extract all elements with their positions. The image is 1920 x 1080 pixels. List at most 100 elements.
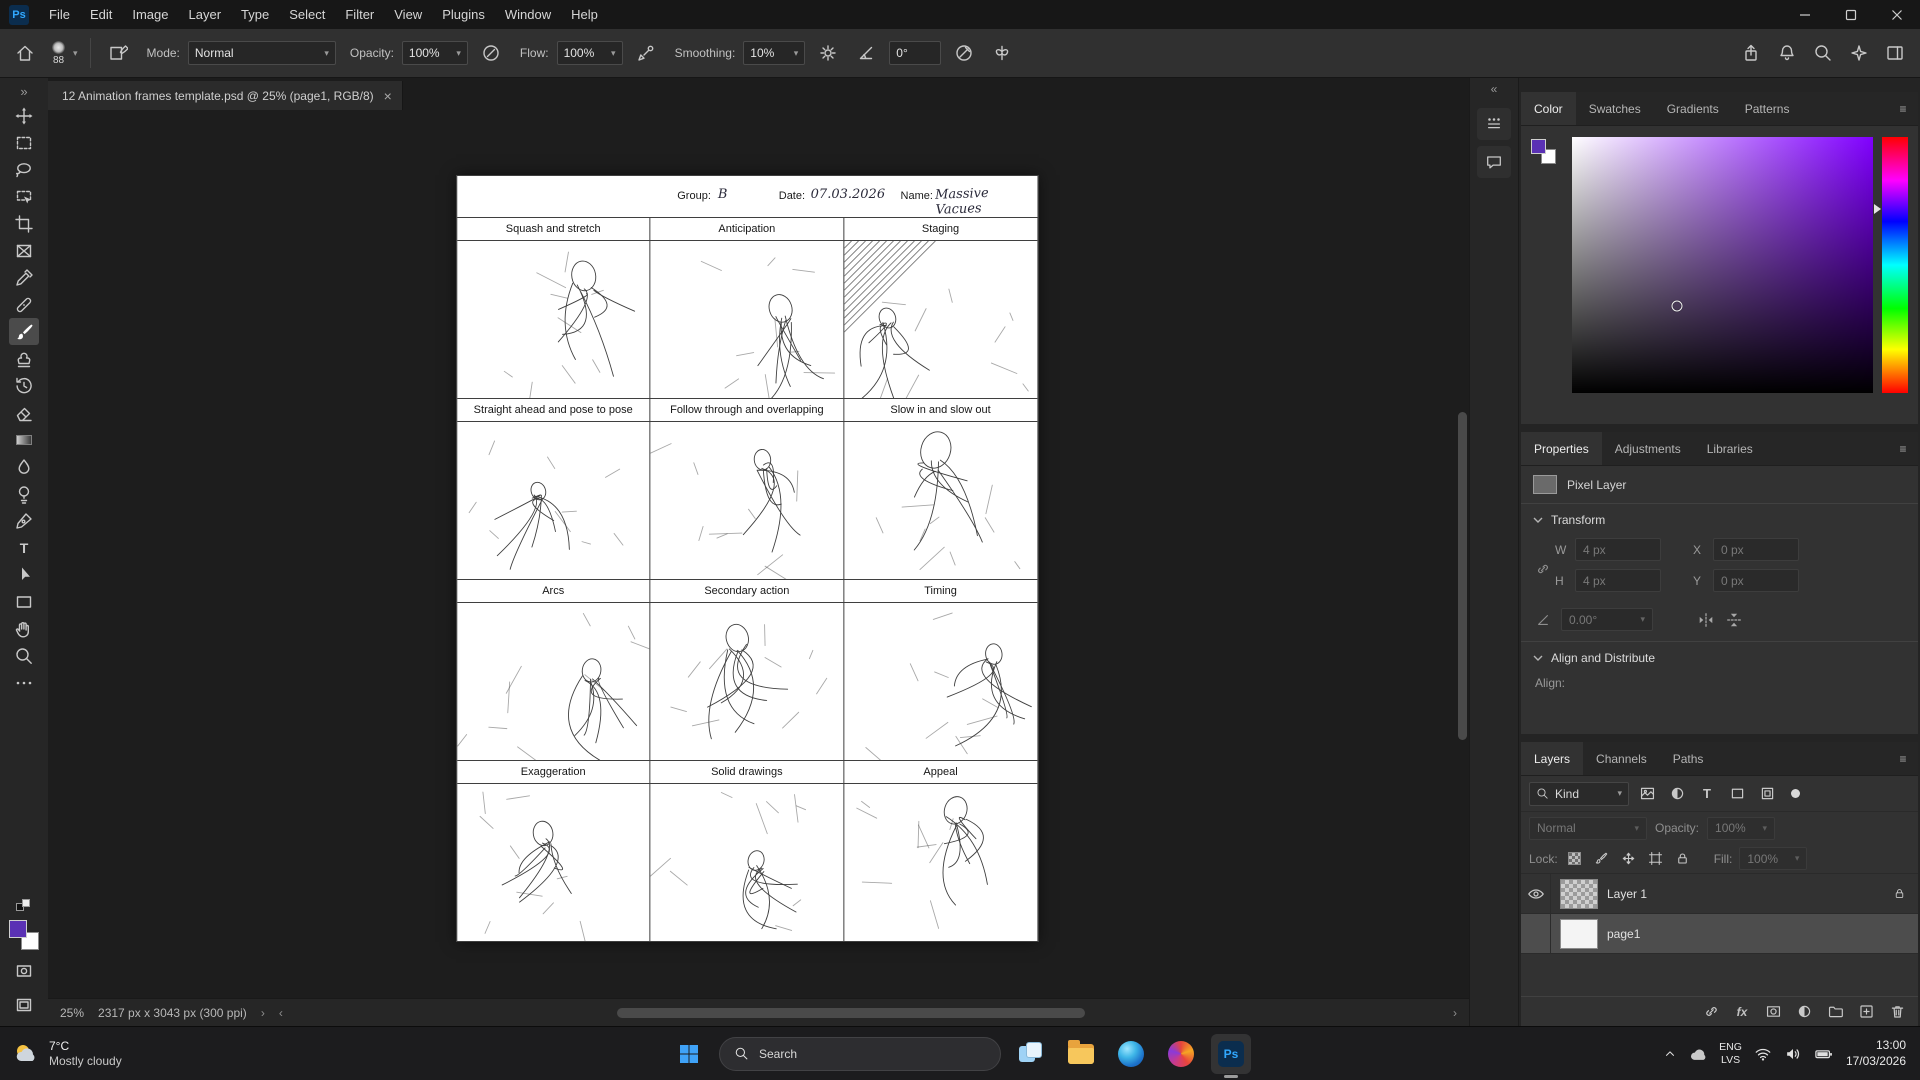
zoom-tool[interactable] [9,642,39,669]
share-button[interactable] [1736,38,1766,68]
healing-brush-tool[interactable] [9,291,39,318]
filter-smart-objects-button[interactable] [1755,782,1779,806]
workspace-button[interactable] [1880,38,1910,68]
vertical-scrollbar-thumb[interactable] [1458,412,1467,741]
x-field[interactable]: 0 px [1713,538,1799,561]
menu-view[interactable]: View [384,0,432,29]
link-dimensions[interactable] [1531,538,1555,600]
color-swatches[interactable] [9,920,39,950]
object-selection-tool[interactable] [9,183,39,210]
new-adjustment-layer-button[interactable] [1793,1001,1815,1023]
layer-thumbnail[interactable] [1560,879,1598,909]
airbrush-button[interactable] [631,38,661,68]
filter-type-layers-button[interactable]: T [1695,782,1719,806]
flow-field[interactable]: 100% ▾ [557,41,623,65]
layer-row-page1[interactable]: page1 [1521,914,1918,954]
layer-name[interactable]: Layer 1 [1607,887,1647,901]
tab-patterns[interactable]: Patterns [1732,92,1803,125]
hue-slider[interactable] [1882,137,1908,393]
lock-all-button[interactable] [1673,849,1693,869]
filter-shape-layers-button[interactable] [1725,782,1749,806]
layer-visibility-toggle[interactable] [1521,874,1551,913]
wifi-button[interactable] [1754,1045,1772,1063]
layer-effects-button[interactable]: fx [1731,1001,1753,1023]
smoothing-options-button[interactable] [813,38,843,68]
menu-plugins[interactable]: Plugins [432,0,495,29]
brush-angle-button[interactable] [851,38,881,68]
fill-field[interactable]: 100% ▾ [1739,847,1807,870]
taskbar-search[interactable]: Search [719,1037,1001,1071]
brushes-panel-button[interactable] [1477,108,1511,140]
brush-preset-picker[interactable]: 88 [52,41,65,66]
menu-window[interactable]: Window [495,0,561,29]
move-tool[interactable] [9,102,39,129]
frame-tool[interactable] [9,237,39,264]
lock-artboard-button[interactable] [1646,849,1666,869]
search-button[interactable] [1808,38,1838,68]
brush-angle-field[interactable]: 0° [889,41,941,65]
saturation-brightness-field[interactable] [1572,137,1873,393]
lasso-tool[interactable] [9,156,39,183]
menu-type[interactable]: Type [231,0,279,29]
type-tool[interactable]: T [9,534,39,561]
collapse-panels-icon[interactable]: « [1491,82,1498,102]
scroll-right-icon[interactable]: › [1453,1006,1457,1020]
panel-menu-icon[interactable]: ≡ [1888,92,1918,125]
comments-panel-button[interactable] [1477,146,1511,178]
start-button[interactable] [669,1034,709,1074]
panel-menu-icon[interactable]: ≡ [1888,432,1918,465]
home-button[interactable] [10,38,40,68]
document-tab[interactable]: 12 Animation frames template.psd @ 25% (… [48,81,403,110]
zoom-level[interactable]: 25% [60,1006,84,1020]
maximize-button[interactable] [1828,0,1874,29]
layer-blend-mode-dropdown[interactable]: Normal ▾ [1529,817,1647,840]
quick-mask-button[interactable] [9,957,39,984]
color-cursor[interactable] [1672,300,1683,311]
crop-tool[interactable] [9,210,39,237]
tab-adjustments[interactable]: Adjustments [1602,432,1694,465]
layer-name[interactable]: page1 [1607,927,1640,941]
menu-select[interactable]: Select [279,0,335,29]
discover-button[interactable] [1844,38,1874,68]
horizontal-scrollbar[interactable] [297,1008,1439,1018]
foreground-color-chip[interactable] [1531,139,1546,154]
tab-swatches[interactable]: Swatches [1576,92,1654,125]
tab-color[interactable]: Color [1521,92,1576,125]
weather-widget[interactable]: 7°C Mostly cloudy [0,1039,122,1069]
flip-horizontal-icon[interactable] [1697,611,1715,629]
lock-transparent-button[interactable] [1565,849,1585,869]
vertical-scrollbar[interactable] [1457,110,1468,998]
flip-vertical-icon[interactable] [1725,611,1743,629]
onedrive-button[interactable] [1689,1047,1707,1061]
photoshop-taskbar-button[interactable]: Ps [1211,1034,1251,1074]
layer-thumbnail[interactable] [1560,919,1598,949]
pen-tool[interactable] [9,507,39,534]
tab-properties[interactable]: Properties [1521,432,1602,465]
blur-tool[interactable] [9,453,39,480]
horizontal-scrollbar-thumb[interactable] [617,1008,1085,1018]
dodge-tool[interactable] [9,480,39,507]
hue-slider-marker[interactable] [1874,204,1881,214]
symmetry-button[interactable] [987,38,1017,68]
filter-adjustment-layers-button[interactable] [1665,782,1689,806]
tab-channels[interactable]: Channels [1583,742,1660,775]
pressure-opacity-button[interactable] [476,38,506,68]
filter-pixel-layers-button[interactable] [1635,782,1659,806]
lock-position-button[interactable] [1619,849,1639,869]
path-selection-tool[interactable] [9,561,39,588]
language-indicator[interactable]: ENG LVS [1719,1041,1742,1066]
clone-stamp-tool[interactable] [9,345,39,372]
delete-layer-button[interactable] [1886,1001,1908,1023]
width-field[interactable]: 4 px [1575,538,1661,561]
smoothing-field[interactable]: 10% ▾ [743,41,805,65]
pressure-size-button[interactable] [949,38,979,68]
tab-gradients[interactable]: Gradients [1654,92,1732,125]
tab-layers[interactable]: Layers [1521,742,1583,775]
tab-close-icon[interactable]: × [384,88,392,104]
new-group-button[interactable] [1824,1001,1846,1023]
tab-paths[interactable]: Paths [1660,742,1717,775]
menu-filter[interactable]: Filter [335,0,384,29]
filter-toggle-icon[interactable] [1791,789,1800,798]
transform-section-header[interactable]: Transform [1521,504,1918,536]
blend-mode-dropdown[interactable]: Normal ▾ [188,41,336,65]
